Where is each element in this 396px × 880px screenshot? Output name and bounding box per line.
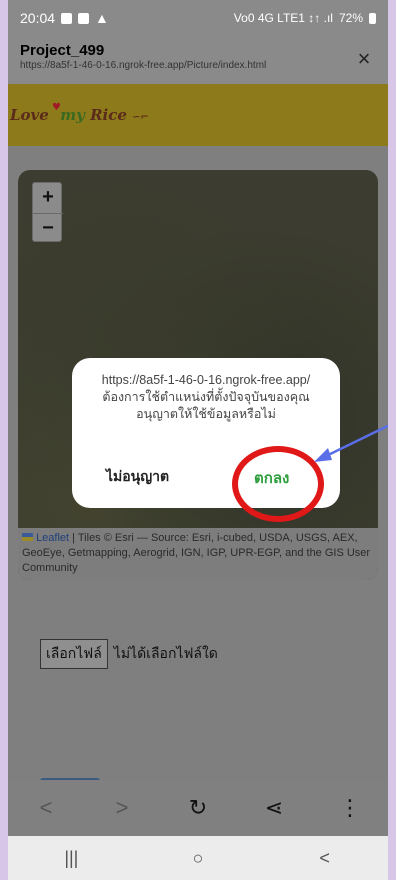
- leaflet-link[interactable]: Leaflet: [36, 532, 69, 544]
- battery-level: 72%: [338, 11, 363, 25]
- more-menu-icon[interactable]: ⋮: [330, 795, 370, 821]
- zoom-in-button[interactable]: +: [33, 183, 63, 213]
- home-icon[interactable]: ○: [178, 848, 218, 869]
- logo: Love ♥ my Rice ∽⌐: [10, 102, 149, 124]
- pointer-arrow-icon: [314, 424, 388, 462]
- reload-icon[interactable]: ↻: [178, 795, 218, 821]
- browser-toolbar: < > ↻ ⋖ ⋮: [8, 780, 388, 836]
- back-arrow-icon[interactable]: <: [26, 795, 66, 821]
- site-banner: Love ♥ my Rice ∽⌐: [8, 84, 388, 146]
- forward-arrow-icon[interactable]: >: [102, 795, 142, 821]
- attribution-text: | Tiles © Esri — Source: Esri, i-cubed, …: [22, 532, 371, 574]
- deny-button[interactable]: ไม่อนุญาต: [106, 466, 169, 488]
- recent-apps-icon[interactable]: |||: [51, 848, 91, 869]
- map-attribution: Leaflet | Tiles © Esri — Source: Esri, i…: [18, 528, 378, 580]
- clock: 20:04: [20, 10, 56, 26]
- logo-word-rice: Rice: [90, 106, 127, 124]
- message-notification-icon: [78, 12, 90, 24]
- warning-icon: ▲: [95, 10, 109, 26]
- logo-word-my: my: [60, 106, 85, 124]
- page-url: https://8a5f-1-46-0-16.ngrok-free.app/Pi…: [20, 60, 267, 71]
- dialog-message: https://8a5f-1-46-0-16.ngrok-free.app/ ต…: [101, 373, 311, 421]
- signal-icons: Vo0 4G LTE1 ↕↑ .ıl: [233, 11, 333, 25]
- zoom-out-button[interactable]: −: [33, 213, 63, 243]
- phone-screen: 20:04 ▲ Vo0 4G LTE1 ↕↑ .ıl 72% Project_4…: [8, 0, 388, 880]
- battery-icon: [369, 12, 376, 24]
- file-input: เลือกไฟล์ ไม่ได้เลือกไฟล์ใด: [40, 639, 218, 669]
- system-navigation-bar: ||| ○ <: [8, 836, 388, 880]
- page-title: Project_499: [20, 42, 105, 59]
- close-button[interactable]: ×: [350, 46, 378, 74]
- logo-word-love: Love: [10, 106, 49, 124]
- gallery-notification-icon: [61, 12, 73, 24]
- no-file-chosen-text: ไม่ได้เลือกไฟล์ใด: [113, 645, 218, 661]
- custom-tab-header: Project_499 https://8a5f-1-46-0-16.ngrok…: [8, 36, 388, 84]
- share-icon[interactable]: ⋖: [254, 795, 294, 821]
- ukraine-flag-icon: [22, 533, 33, 541]
- heart-icon: ♥: [52, 102, 62, 113]
- rice-stalk-icon: ∽⌐: [132, 112, 149, 123]
- zoom-control: + −: [32, 182, 63, 243]
- status-bar: 20:04 ▲ Vo0 4G LTE1 ↕↑ .ıl 72%: [8, 0, 388, 36]
- system-back-icon[interactable]: <: [305, 848, 345, 869]
- choose-file-button[interactable]: เลือกไฟล์: [40, 639, 108, 669]
